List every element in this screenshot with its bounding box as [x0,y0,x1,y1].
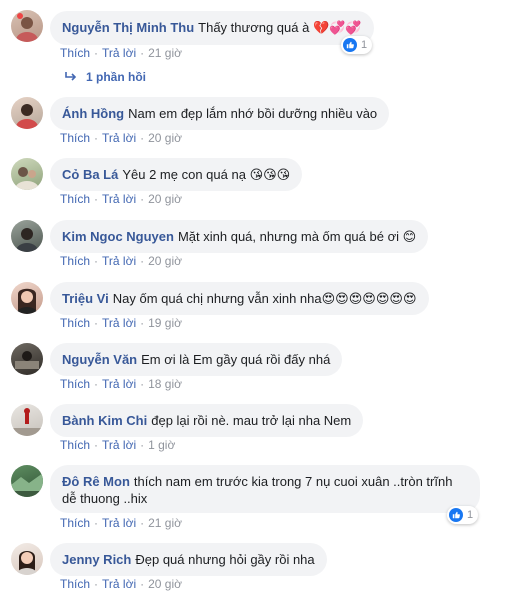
timestamp[interactable]: 20 giờ [148,131,182,145]
emoji: 💔💞💞 [312,20,362,35]
comment-actions: Thích · Trả lời · 20 giờ [60,192,182,206]
timestamp[interactable]: 20 giờ [148,192,182,206]
replies-label: 1 phần hồi [86,70,146,84]
like-icon [449,508,463,522]
reply-link[interactable]: Trả lời [102,577,136,591]
like-link[interactable]: Thích [60,192,90,206]
avatar[interactable] [11,220,43,252]
reaction-number: 1 [361,39,368,51]
avatar[interactable] [11,97,43,129]
timestamp[interactable]: 21 giờ [148,46,182,60]
like-link[interactable]: Thích [60,254,90,268]
comment-text: Nam em đẹp lắm nhớ bồi dưỡng nhiều vào [128,106,378,121]
reply-link[interactable]: Trả lời [102,438,136,452]
like-link[interactable]: Thích [60,131,90,145]
timestamp[interactable]: 21 giờ [148,516,182,530]
avatar[interactable] [11,404,43,436]
comment-bubble: Cỏ Ba Lá Yêu 2 mẹ con quá nạ 😘😘😘 [50,158,303,191]
reply-link[interactable]: Trả lời [102,192,136,206]
reply-link[interactable]: Trả lời [102,131,136,145]
emoji: 😘😘😘 [249,167,291,182]
avatar[interactable] [11,343,43,375]
comment-actions: Thích · Trả lời · 21 giờ [60,46,182,60]
like-link[interactable]: Thích [60,577,90,591]
commenter-name[interactable]: Ánh Hồng [62,106,124,121]
comment-bubble: Ánh Hồng Nam em đẹp lắm nhớ bồi dưỡng nhi… [50,97,390,130]
comment-actions: Thích · Trả lời · 1 giờ [60,438,176,452]
comment-bubble: Triệu Vi Nay ốm quá chị nhưng vẫn xinh nh… [50,282,429,315]
reply-link[interactable]: Trả lời [102,46,136,60]
comment-text: đẹp lại rồi nè. mau trở lại nha Nem [151,413,352,428]
commenter-name[interactable]: Cỏ Ba Lá [62,167,118,182]
comment-actions: Thích · Trả lời · 21 giờ [60,516,182,530]
timestamp[interactable]: 20 giờ [148,254,182,268]
comment-actions: Thích · Trả lời · 18 giờ [60,377,182,391]
timestamp[interactable]: 1 giờ [148,438,175,452]
commenter-name[interactable]: Đô Rê Mon [62,474,130,489]
comment-text: Đẹp quá nhưng hỏi gầy rồi nha [135,552,315,567]
comment-text: Em ơi là Em gầy quá rồi đấy nhá [141,352,331,367]
like-link[interactable]: Thích [60,438,90,452]
like-icon [343,38,357,52]
emoji: 😍😍😍😍😍😍😍 [321,291,417,306]
comment-text: Yêu 2 mẹ con quá nạ [122,167,246,182]
avatar[interactable] [11,10,43,42]
like-link[interactable]: Thích [60,46,90,60]
commenter-name[interactable]: Nguyễn Văn [62,352,137,367]
comment-bubble: Nguyễn Văn Em ơi là Em gầy quá rồi đấy nh… [50,343,343,376]
like-link[interactable]: Thích [60,377,90,391]
comment-bubble: Nguyễn Thị Minh Thu Thấy thương quá à 💔💞💞 [50,11,374,45]
comment-bubble: Jenny Rich Đẹp quá nhưng hỏi gầy rồi nha [50,543,327,576]
comment-bubble: Bành Kim Chi đẹp lại rồi nè. mau trở lại … [50,404,364,437]
reply-link[interactable]: Trả lời [102,516,136,530]
commenter-name[interactable]: Kim Ngoc Nguyen [62,229,174,244]
avatar[interactable] [11,282,43,314]
commenter-name[interactable]: Jenny Rich [62,552,131,567]
timestamp[interactable]: 18 giờ [148,377,182,391]
avatar[interactable] [11,465,43,497]
commenter-name[interactable]: Triệu Vi [62,291,109,306]
comment-bubble: Đô Rê Mon thích nam em trước kia trong 7 … [50,465,480,513]
commenter-name[interactable]: Bành Kim Chi [62,413,147,428]
comment-actions: Thích · Trả lời · 20 giờ [60,577,182,591]
reaction-number: 1 [467,509,474,521]
reply-link[interactable]: Trả lời [102,377,136,391]
reply-link[interactable]: Trả lời [102,254,136,268]
commenter-name[interactable]: Nguyễn Thị Minh Thu [62,20,194,35]
comment-actions: Thích · Trả lời · 20 giờ [60,254,182,268]
comment-actions: Thích · Trả lời · 19 giờ [60,316,182,330]
reaction-count[interactable]: 1 [447,506,479,524]
timestamp[interactable]: 19 giờ [148,316,182,330]
avatar[interactable] [11,158,43,190]
comment-text: Nay ốm quá chị nhưng vẫn xinh nha [112,291,322,306]
timestamp[interactable]: 20 giờ [148,577,182,591]
like-link[interactable]: Thích [60,516,90,530]
reply-arrow-icon [65,72,77,81]
comment-actions: Thích · Trả lời · 20 giờ [60,131,182,145]
avatar[interactable] [11,543,43,575]
comment-text: Thấy thương quá à [198,20,310,35]
reply-link[interactable]: Trả lời [102,316,136,330]
reaction-count[interactable]: 1 [341,36,373,54]
view-replies-link[interactable]: 1 phần hồi [64,70,146,84]
emoji: 😊 [402,229,417,244]
comment-bubble: Kim Ngoc Nguyen Mặt xinh quá, nhưng mà ốm… [50,220,429,253]
like-link[interactable]: Thích [60,316,90,330]
comment-text: Mặt xinh quá, nhưng mà ốm quá bé ơi [177,229,399,244]
